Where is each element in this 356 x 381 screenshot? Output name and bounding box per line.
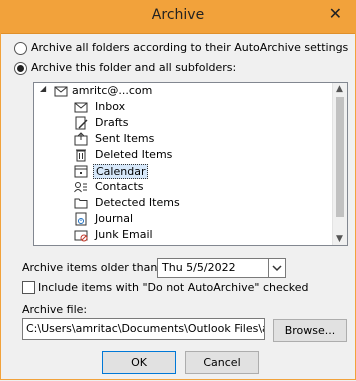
include-do-not-autoarchive-label: Include items with "Do not AutoArchive" … <box>38 281 309 294</box>
date-dropdown-button[interactable] <box>268 259 285 277</box>
cancel-button[interactable]: Cancel <box>185 351 259 374</box>
calendar-icon <box>74 165 88 178</box>
close-icon[interactable]: ✕ <box>329 6 342 22</box>
tree-item-label: Contacts <box>95 180 144 193</box>
scroll-thumb[interactable] <box>336 97 344 217</box>
tree-item-label: Calendar <box>93 164 149 179</box>
tree-item-label: Junk Email <box>95 228 153 241</box>
tree-item-label: Deleted Items <box>95 148 173 161</box>
ok-button[interactable]: OK <box>102 351 176 374</box>
archive-this-option[interactable]: Archive this folder and all subfolders: <box>14 61 236 77</box>
window-title: Archive <box>151 7 205 23</box>
folder-icon <box>74 198 88 209</box>
sent-items-icon <box>74 132 88 146</box>
archive-file-path-value: C:\Users\amritac\Documents\Outlook Files… <box>26 322 265 335</box>
chevron-down-icon <box>272 265 282 272</box>
archive-all-label: Archive all folders according to their A… <box>31 41 349 54</box>
archive-file-label: Archive file: <box>22 303 88 316</box>
archive-all-option[interactable]: Archive all folders according to their A… <box>14 41 348 57</box>
tree-item-label: Journal <box>95 212 134 225</box>
scroll-down-icon[interactable]: ▼ <box>336 234 343 244</box>
archive-file-path-input[interactable]: C:\Users\amritac\Documents\Outlook Files… <box>22 318 265 340</box>
archive-all-radio[interactable] <box>14 41 27 55</box>
archive-this-label: Archive this folder and all subfolders: <box>31 61 237 74</box>
contacts-icon <box>74 182 87 193</box>
include-do-not-autoarchive-checkbox[interactable] <box>22 281 35 294</box>
tree-item-label: Sent Items <box>95 132 155 145</box>
older-than-date-value: Thu 5/5/2022 <box>162 261 236 274</box>
inbox-icon <box>74 102 88 113</box>
older-than-date-picker[interactable]: Thu 5/5/2022 <box>157 258 286 278</box>
junk-email-icon <box>74 230 88 242</box>
tree-item-label: Inbox <box>95 100 126 113</box>
deleted-items-icon <box>76 149 86 162</box>
journal-icon <box>75 212 87 226</box>
tree-scrollbar[interactable]: ▲ ▼ <box>332 83 347 245</box>
collapse-icon[interactable]: ◢ <box>40 84 46 93</box>
tree-item-label: Drafts <box>95 116 129 129</box>
mailbox-icon <box>54 86 68 97</box>
tree-item-label: Detected Items <box>95 196 180 209</box>
older-than-label: Archive items older than: <box>22 261 161 274</box>
title-bar: Archive ✕ <box>0 0 356 34</box>
browse-button[interactable]: Browse... <box>273 319 347 342</box>
tree-root-label: amritc@...com <box>72 84 153 97</box>
drafts-icon <box>75 116 88 130</box>
folder-tree[interactable]: ◢ amritc@...com Inbox Drafts Sent Items <box>33 82 348 246</box>
scroll-up-icon[interactable]: ▲ <box>336 84 343 94</box>
archive-this-radio[interactable] <box>14 61 27 75</box>
